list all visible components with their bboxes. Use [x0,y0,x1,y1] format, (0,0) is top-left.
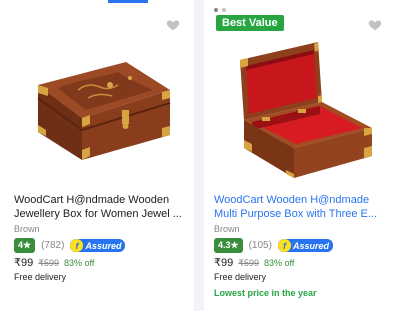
assured-icon: f [277,239,291,252]
discount: 83% off [63,258,95,268]
product-brand: Brown [214,224,240,234]
discount: 83% off [263,258,295,268]
carousel-dot[interactable] [214,8,218,12]
product-card[interactable]: WoodCart H@ndmade Wooden Jewellery Box f… [0,0,194,311]
product-grid: WoodCart H@ndmade Wooden Jewellery Box f… [0,0,400,311]
assured-badge: f Assured [70,239,126,252]
assured-icon: f [70,239,84,252]
heart-icon[interactable] [166,18,180,32]
carousel-indicator [108,0,148,3]
price-row: ₹99 ₹599 83% off [14,256,94,269]
price: ₹99 [214,257,234,269]
product-image[interactable] [222,40,382,190]
best-value-badge: Best Value [216,15,284,31]
heart-icon[interactable] [368,18,382,32]
product-title[interactable]: WoodCart Wooden H@ndmade Multi Purpose B… [214,193,384,221]
original-price: ₹599 [38,258,59,268]
product-card[interactable]: Best Value WoodCart Wooden H@ndmade Mult… [204,0,400,311]
assured-badge: f Assured [277,239,333,252]
price: ₹99 [14,257,34,269]
lowest-price-tag: Lowest price in the year [214,288,317,298]
product-brand: Brown [14,224,40,234]
rating-row: 4★ (782) f Assured [14,238,126,253]
rating-badge: 4.3★ [214,238,243,253]
product-image[interactable] [18,40,178,190]
review-count: (782) [41,240,65,251]
rating-row: 4.3★ (105) f Assured [214,238,333,253]
product-title[interactable]: WoodCart H@ndmade Wooden Jewellery Box f… [14,193,184,221]
delivery-info: Free delivery [214,272,267,282]
image-carousel-dots [214,8,226,12]
assured-label: Assured [292,240,329,251]
original-price: ₹599 [238,258,259,268]
price-row: ₹99 ₹599 83% off [214,256,294,269]
review-count: (105) [248,240,272,251]
delivery-info: Free delivery [14,272,67,282]
carousel-dot[interactable] [222,8,226,12]
assured-label: Assured [85,240,122,251]
rating-badge: 4★ [14,238,36,253]
